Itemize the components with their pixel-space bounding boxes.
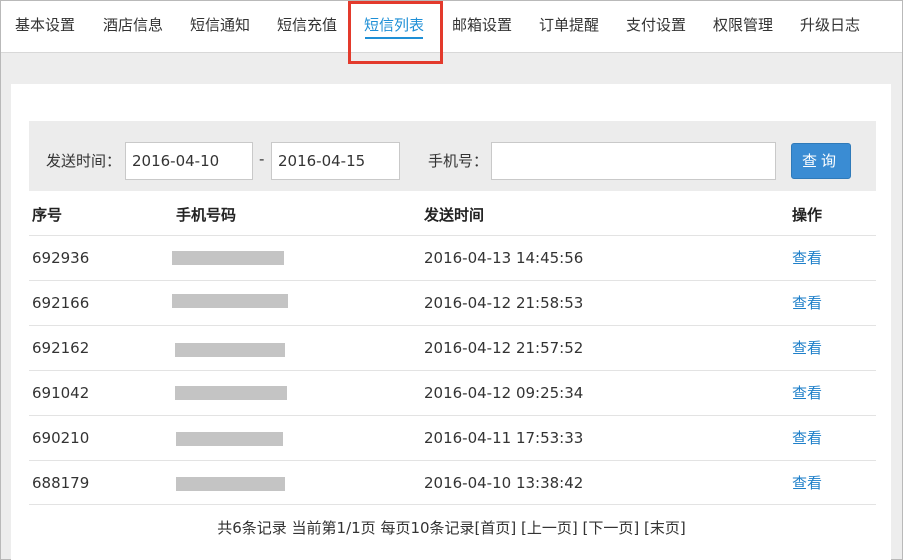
redacted-phone — [175, 343, 285, 357]
pager-summary: 共6条记录 当前第1/1页 每页10条记录 — [217, 519, 475, 537]
table-row: 692166 2016-04-12 21:58:53 查看 — [29, 280, 876, 325]
pager-last-link[interactable]: [末页] — [644, 519, 686, 537]
phone-label: 手机号： — [428, 152, 489, 170]
top-tab-bar: 基本设置 酒店信息 短信通知 短信充值 短信列表 邮箱设置 订单提醒 支付设置 … — [1, 1, 902, 53]
tab-sms-recharge[interactable]: 短信充值 — [277, 1, 337, 53]
pager-prev-link[interactable]: [上一页] — [521, 519, 578, 537]
table-row: 692936 2016-04-13 14:45:56 查看 — [29, 235, 876, 280]
view-link[interactable]: 查看 — [792, 371, 822, 415]
view-link[interactable]: 查看 — [792, 461, 822, 505]
col-header-phone: 手机号码 — [176, 206, 237, 224]
row-send-time: 2016-04-11 17:53:33 — [424, 429, 584, 447]
redacted-phone — [176, 432, 283, 446]
view-link[interactable]: 查看 — [792, 416, 822, 460]
row-id: 692936 — [32, 249, 90, 267]
row-send-time: 2016-04-10 13:38:42 — [424, 474, 584, 492]
row-id: 692162 — [32, 339, 90, 357]
tab-email-settings[interactable]: 邮箱设置 — [452, 1, 512, 53]
table-row: 688179 2016-04-10 13:38:42 查看 — [29, 460, 876, 505]
row-id: 688179 — [32, 474, 90, 492]
date-separator: - — [259, 150, 265, 168]
view-link[interactable]: 查看 — [792, 281, 822, 325]
redacted-phone — [176, 477, 285, 491]
tab-sms-notify[interactable]: 短信通知 — [190, 1, 250, 53]
send-time-label: 发送时间： — [46, 152, 122, 170]
active-tab-underline — [365, 37, 424, 39]
col-header-action: 操作 — [792, 206, 823, 224]
row-id: 690210 — [32, 429, 90, 447]
tab-upgrade-log[interactable]: 升级日志 — [800, 1, 860, 53]
pager-next-link[interactable]: [下一页] — [583, 519, 640, 537]
tab-hotel-info[interactable]: 酒店信息 — [103, 1, 163, 53]
pager-first-link[interactable]: [首页] — [475, 519, 517, 537]
tab-sms-list[interactable]: 短信列表 — [364, 1, 424, 53]
query-button[interactable]: 查询 — [791, 143, 851, 179]
view-link[interactable]: 查看 — [792, 236, 822, 280]
phone-input[interactable] — [491, 142, 776, 180]
table-row: 691042 2016-04-12 09:25:34 查看 — [29, 370, 876, 415]
row-id: 692166 — [32, 294, 90, 312]
date-to-input[interactable] — [271, 142, 400, 180]
tab-order-reminder[interactable]: 订单提醒 — [539, 1, 599, 53]
redacted-phone — [172, 294, 288, 308]
view-link[interactable]: 查看 — [792, 326, 822, 370]
redacted-phone — [172, 251, 284, 265]
table-bottom-border — [29, 504, 876, 505]
table-row: 690210 2016-04-11 17:53:33 查看 — [29, 415, 876, 460]
row-send-time: 2016-04-12 21:58:53 — [424, 294, 584, 312]
tab-basic-settings[interactable]: 基本设置 — [15, 1, 75, 53]
date-from-input[interactable] — [125, 142, 253, 180]
table-row: 692162 2016-04-12 21:57:52 查看 — [29, 325, 876, 370]
tab-permission-management[interactable]: 权限管理 — [713, 1, 773, 53]
tab-payment-settings[interactable]: 支付设置 — [626, 1, 686, 53]
redacted-phone — [175, 386, 287, 400]
row-send-time: 2016-04-12 21:57:52 — [424, 339, 584, 357]
row-send-time: 2016-04-13 14:45:56 — [424, 249, 584, 267]
row-send-time: 2016-04-12 09:25:34 — [424, 384, 584, 402]
col-header-send-time: 发送时间 — [424, 206, 485, 224]
col-header-id: 序号 — [32, 206, 63, 224]
pagination: 共6条记录 当前第1/1页 每页10条记录[首页] [上一页] [下一页] [末… — [0, 517, 903, 538]
row-id: 691042 — [32, 384, 90, 402]
